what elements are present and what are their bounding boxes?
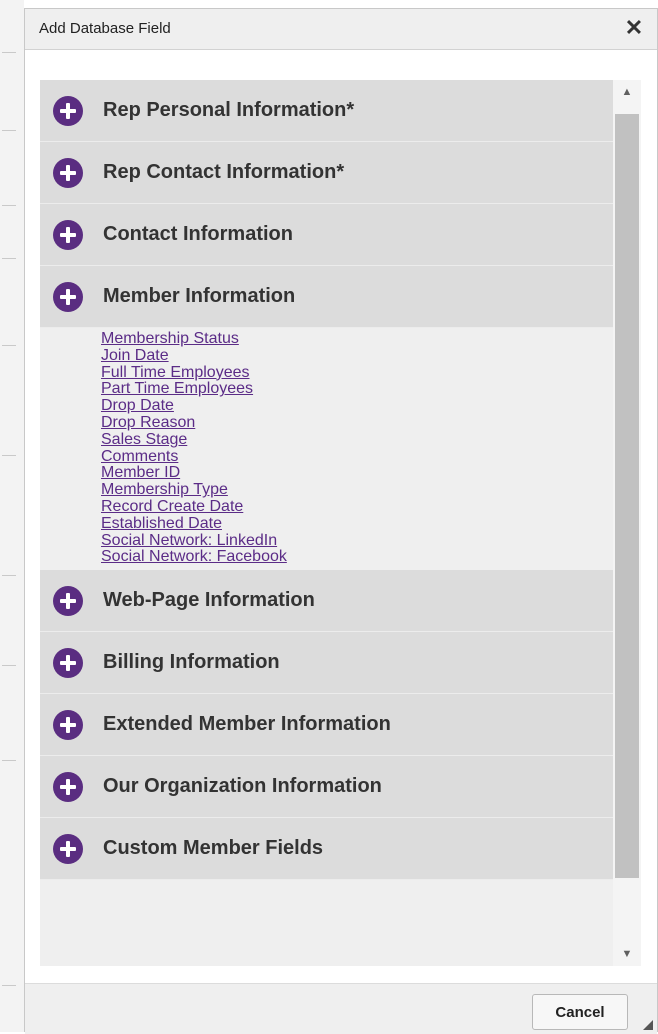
background-mark (2, 258, 16, 259)
category-web-page-information[interactable]: Web-Page Information (40, 570, 613, 633)
category-label: Billing Information (103, 651, 280, 674)
category-label: Web-Page Information (103, 589, 315, 612)
category-label: Our Organization Information (103, 775, 382, 798)
field-link-drop-reason[interactable]: Drop Reason (101, 414, 613, 432)
field-link-member-id[interactable]: Member ID (101, 465, 613, 482)
scroll-down-icon[interactable]: ▼ (613, 942, 641, 966)
category-member-information[interactable]: Member Information (40, 266, 613, 328)
plus-circle-icon (53, 157, 83, 188)
plus-circle-icon (53, 709, 83, 740)
resize-grip-icon[interactable] (643, 1020, 653, 1030)
plus-circle-icon (53, 647, 83, 678)
close-icon[interactable]: ✕ (623, 15, 645, 41)
category-label: Custom Member Fields (103, 837, 324, 860)
category-label: Extended Member Information (103, 713, 391, 736)
field-link-sales-stage[interactable]: Sales Stage (101, 431, 613, 449)
vertical-scrollbar[interactable]: ▲ ▼ (613, 80, 641, 966)
member-information-fields: Membership Status Join Date Full Time Em… (40, 328, 613, 571)
background-mark (2, 130, 16, 131)
category-label: Member Information (103, 285, 296, 307)
category-billing-information[interactable]: Billing Information (40, 632, 613, 695)
add-database-field-dialog: Add Database Field ✕ Rep Personal Inform… (24, 8, 658, 1034)
field-link-join-date[interactable]: Join Date (101, 347, 613, 365)
category-extended-member-information[interactable]: Extended Member Information (40, 694, 613, 757)
plus-circle-icon (53, 585, 83, 616)
category-label: Rep Personal Information* (103, 99, 355, 121)
plus-circle-icon (53, 833, 83, 864)
field-link-full-time-employees[interactable]: Full Time Employees (101, 364, 613, 382)
field-link-membership-status[interactable]: Membership Status (101, 330, 613, 348)
field-link-part-time-employees[interactable]: Part Time Employees (101, 381, 613, 398)
background-page (0, 0, 24, 1032)
category-custom-member-fields[interactable]: Custom Member Fields (40, 818, 613, 881)
plus-circle-icon (53, 219, 83, 250)
category-label: Contact Information (103, 223, 293, 245)
background-mark (2, 665, 16, 666)
field-link-established-date[interactable]: Established Date (101, 515, 613, 533)
field-link-drop-date[interactable]: Drop Date (101, 397, 613, 415)
background-mark (2, 345, 16, 346)
background-mark (2, 575, 16, 576)
field-category-list[interactable]: Rep Personal Information* Rep Contact In… (40, 80, 613, 966)
dialog-footer: Cancel (25, 983, 657, 1034)
background-mark (2, 760, 16, 761)
field-link-record-create-date[interactable]: Record Create Date (101, 498, 613, 516)
field-link-social-network-linkedin[interactable]: Social Network: LinkedIn (101, 532, 613, 550)
cancel-button[interactable]: Cancel (532, 994, 628, 1030)
field-link-comments[interactable]: Comments (101, 448, 613, 466)
background-mark (2, 52, 16, 53)
category-label: Rep Contact Information* (103, 161, 345, 183)
plus-circle-icon (53, 771, 83, 802)
category-contact-information[interactable]: Contact Information (40, 204, 613, 266)
plus-circle-icon (53, 95, 83, 126)
field-link-social-network-facebook[interactable]: Social Network: Facebook (101, 549, 613, 566)
category-rep-personal-information[interactable]: Rep Personal Information* (40, 80, 613, 142)
category-rep-contact-information[interactable]: Rep Contact Information* (40, 142, 613, 204)
plus-circle-icon (53, 281, 83, 312)
background-mark (2, 455, 16, 456)
background-mark (2, 205, 16, 206)
scroll-up-icon[interactable]: ▲ (613, 80, 641, 104)
category-our-organization-information[interactable]: Our Organization Information (40, 756, 613, 819)
dialog-title: Add Database Field (39, 20, 171, 37)
dialog-titlebar[interactable]: Add Database Field ✕ (25, 9, 657, 50)
background-mark (2, 985, 16, 986)
scrollbar-thumb[interactable] (615, 114, 639, 878)
field-link-membership-type[interactable]: Membership Type (101, 481, 613, 499)
